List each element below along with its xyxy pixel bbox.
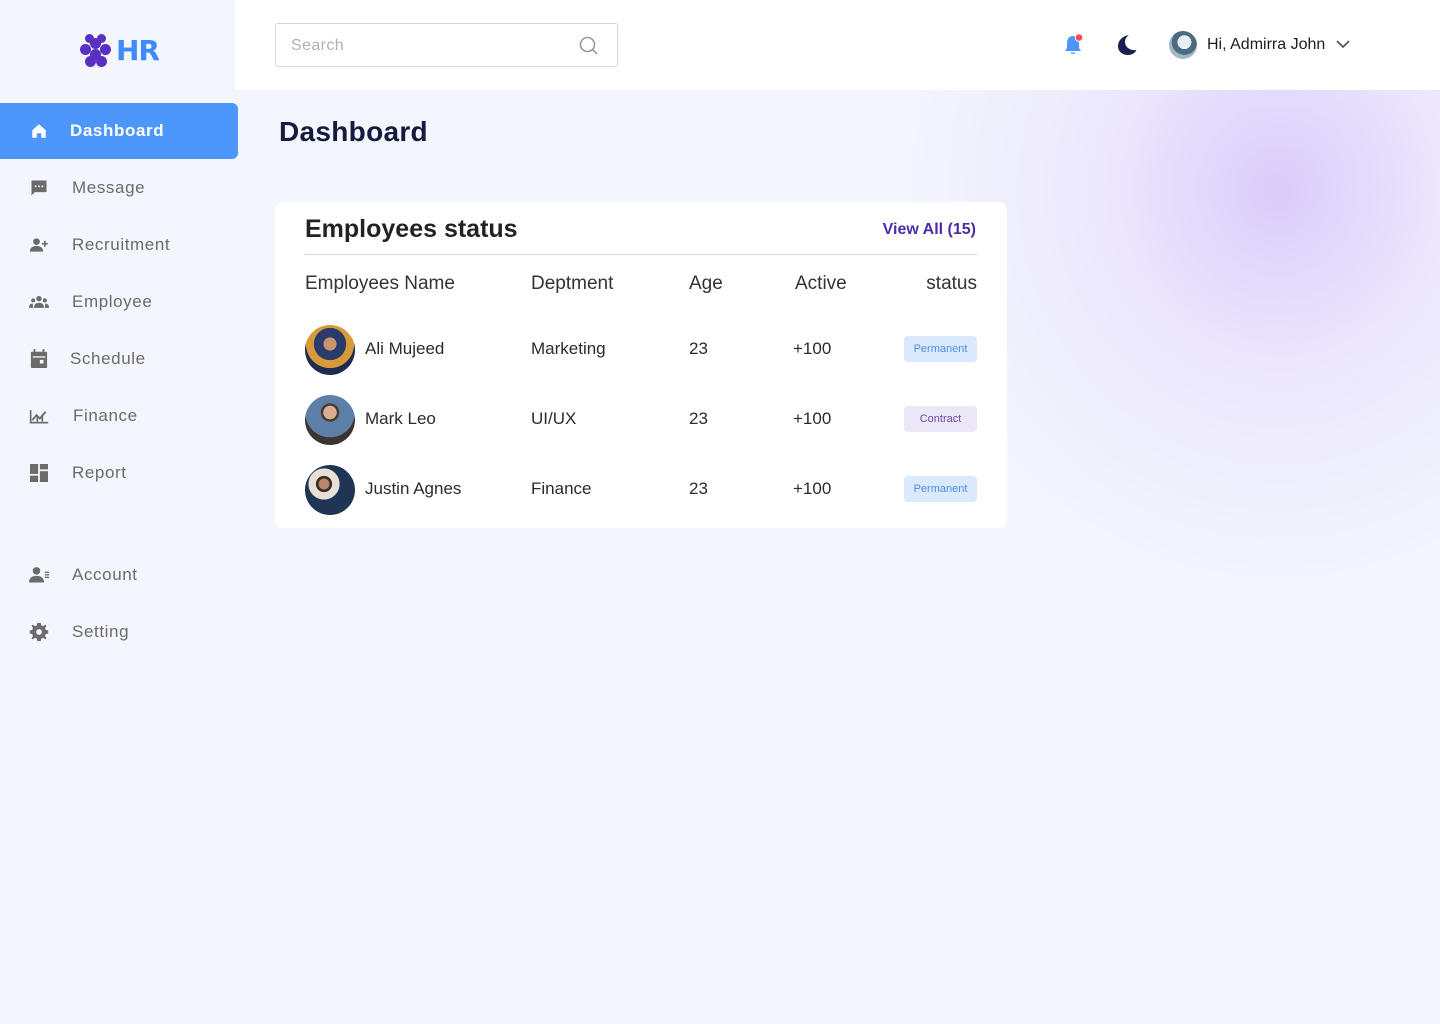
sidebar-item-schedule[interactable]: Schedule xyxy=(0,331,238,387)
employee-avatar xyxy=(305,395,355,445)
divider xyxy=(305,254,977,255)
employee-department: UI/UX xyxy=(531,409,577,428)
user-avatar xyxy=(1169,31,1197,59)
table-row[interactable]: Mark Leo UI/UX 23 +100 Contract xyxy=(275,395,1007,447)
search-input[interactable] xyxy=(291,35,571,57)
message-icon xyxy=(29,178,49,198)
employee-avatar xyxy=(305,465,355,515)
sidebar-item-finance[interactable]: Finance xyxy=(0,388,238,444)
employee-active: +100 xyxy=(793,339,832,358)
employee-avatar xyxy=(305,325,355,375)
column-header-status: status xyxy=(926,273,977,294)
sidebar-item-label: Message xyxy=(72,178,146,197)
page-title: Dashboard xyxy=(279,116,428,147)
notification-bell-icon[interactable] xyxy=(1063,33,1085,62)
table-row[interactable]: Justin Agnes Finance 23 +100 Permanent xyxy=(275,465,1007,517)
brand-logo[interactable]: HR xyxy=(80,33,160,67)
sidebar-item-label: Recruitment xyxy=(72,235,171,254)
chevron-down-icon xyxy=(1335,36,1351,54)
sidebar-item-account[interactable]: Account xyxy=(0,547,238,603)
sidebar-item-label: Dashboard xyxy=(70,121,165,140)
sidebar-item-message[interactable]: Message xyxy=(0,160,238,216)
employee-department: Marketing xyxy=(531,339,606,358)
home-icon xyxy=(29,121,49,141)
employee-age: 23 xyxy=(689,479,708,498)
status-badge: Contract xyxy=(904,406,977,432)
dark-mode-moon-icon[interactable] xyxy=(1117,34,1137,61)
employee-name: Mark Leo xyxy=(365,409,436,428)
gear-icon xyxy=(29,622,49,642)
sidebar-item-setting[interactable]: Setting xyxy=(0,604,238,660)
employee-age: 23 xyxy=(689,409,708,428)
user-menu[interactable]: Hi, Admirra John xyxy=(1169,30,1351,60)
brand-name: HR xyxy=(116,33,160,67)
sidebar-item-dashboard[interactable]: Dashboard xyxy=(0,103,238,159)
table-row[interactable]: Ali Mujeed Marketing 23 +100 Permanent xyxy=(275,325,1007,377)
employee-age: 23 xyxy=(689,339,708,358)
employees-status-card: Employees status View All (15) Employees… xyxy=(275,202,1007,528)
employee-name: Ali Mujeed xyxy=(365,339,445,358)
sidebar-item-label: Employee xyxy=(72,292,153,311)
employee-name: Justin Agnes xyxy=(365,479,462,498)
sidebar-item-label: Account xyxy=(72,565,138,584)
search-icon[interactable] xyxy=(579,36,599,61)
column-header-name: Employees Name xyxy=(305,273,455,294)
employee-active: +100 xyxy=(793,409,832,428)
sidebar: HR Dashboard Message Recruitment Employe… xyxy=(0,0,238,1024)
status-badge: Permanent xyxy=(904,476,977,502)
employee-active: +100 xyxy=(793,479,832,498)
chart-icon xyxy=(29,406,49,426)
sidebar-item-label: Report xyxy=(72,463,127,482)
status-badge: Permanent xyxy=(904,336,977,362)
sidebar-item-label: Schedule xyxy=(70,349,146,368)
account-icon xyxy=(29,565,49,585)
people-icon xyxy=(29,292,49,312)
sidebar-item-report[interactable]: Report xyxy=(0,445,238,501)
person-add-icon xyxy=(29,235,49,255)
calendar-icon xyxy=(29,349,49,369)
hexagon-cluster-icon xyxy=(80,34,112,67)
card-title: Employees status xyxy=(305,215,518,243)
search-box[interactable] xyxy=(275,23,618,67)
view-all-link[interactable]: View All (15) xyxy=(883,221,976,239)
user-greeting: Hi, Admirra John xyxy=(1207,36,1326,53)
sidebar-item-label: Setting xyxy=(72,622,130,641)
column-header-department: Deptment xyxy=(531,273,614,294)
column-header-age: Age xyxy=(689,273,723,294)
sidebar-item-employee[interactable]: Employee xyxy=(0,274,238,330)
top-bar: Hi, Admirra John xyxy=(235,0,1440,90)
sidebar-item-recruitment[interactable]: Recruitment xyxy=(0,217,238,273)
employee-department: Finance xyxy=(531,479,592,498)
column-header-active: Active xyxy=(795,273,847,294)
sidebar-item-label: Finance xyxy=(73,406,138,425)
dashboard-grid-icon xyxy=(29,463,49,483)
